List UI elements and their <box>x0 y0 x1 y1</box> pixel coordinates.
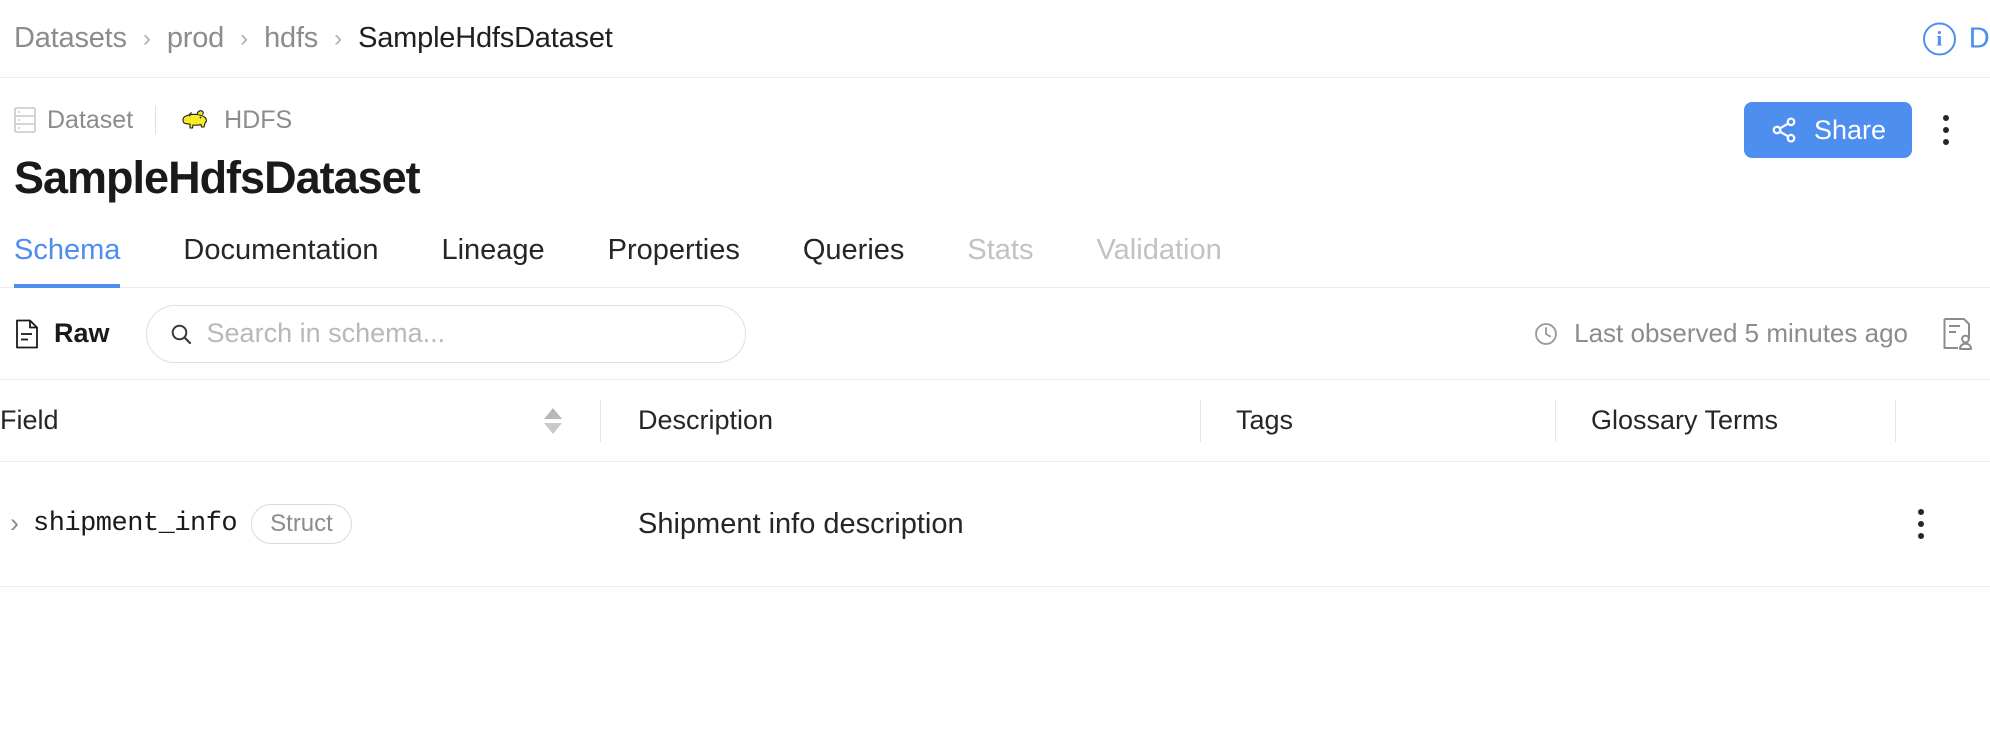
kebab-dot <box>1943 127 1949 133</box>
document-icon <box>14 319 40 349</box>
breadcrumb-item-prod[interactable]: prod <box>167 22 224 55</box>
tab-schema[interactable]: Schema <box>14 234 121 288</box>
column-header-label: Glossary Terms <box>1591 405 1779 435</box>
details-link-label: Deta <box>1968 22 1990 54</box>
tab-label: Lineage <box>441 234 545 266</box>
column-header-description: Description <box>600 380 1200 461</box>
kebab-dot <box>1943 115 1949 121</box>
column-header-glossary-terms: Glossary Terms <box>1555 380 1895 461</box>
breadcrumb-item-current[interactable]: SampleHdfsDataset <box>358 22 613 55</box>
kebab-dot <box>1918 521 1924 527</box>
tab-label: Schema <box>14 234 121 266</box>
tab-validation: Validation <box>1096 234 1221 287</box>
schema-search-box[interactable] <box>145 304 746 363</box>
page-title: SampleHdfsDataset <box>14 152 421 203</box>
table-header-row: Field Description Tags Glossary Terms <box>0 380 1990 462</box>
schema-report-icon[interactable] <box>1942 317 1974 351</box>
details-link[interactable]: i Deta <box>1922 22 1990 55</box>
kebab-dot <box>1918 509 1924 515</box>
cell-actions <box>1895 509 1974 539</box>
clock-icon <box>1533 321 1559 347</box>
sort-toggle-field[interactable] <box>544 407 562 434</box>
entity-type-label: Dataset <box>47 105 134 134</box>
column-header-tags: Tags <box>1200 380 1555 461</box>
share-button[interactable]: Share <box>1743 102 1912 158</box>
header-actions: Share <box>1743 102 1970 158</box>
cell-field: › shipment_info Struct <box>0 503 600 545</box>
entity-tabs: Schema Documentation Lineage Properties … <box>0 234 1990 288</box>
breadcrumb-bar: Datasets › prod › hdfs › SampleHdfsDatas… <box>0 0 1990 78</box>
platform-label: HDFS <box>224 105 293 134</box>
breadcrumb-separator: › <box>142 24 151 52</box>
entity-header: Dataset HDFS SampleHdfsDataset Share <box>0 78 1990 204</box>
sort-ascending-icon <box>544 407 562 419</box>
tab-label: Stats <box>967 234 1034 266</box>
tab-lineage[interactable]: Lineage <box>441 234 544 287</box>
sort-descending-icon <box>544 422 562 434</box>
column-header-label: Description <box>638 405 774 435</box>
info-icon: i <box>1922 22 1956 55</box>
hadoop-elephant-icon <box>178 107 212 133</box>
entity-meta: Dataset HDFS <box>14 102 1974 138</box>
breadcrumb-separator: › <box>240 24 249 52</box>
field-name: shipment_info <box>33 508 238 539</box>
header-more-menu-button[interactable] <box>1922 102 1970 158</box>
column-header-label: Tags <box>1236 405 1294 435</box>
platform: HDFS <box>178 106 292 135</box>
search-icon <box>169 322 193 346</box>
column-header-label: Field <box>0 405 59 435</box>
share-icon <box>1770 116 1798 144</box>
breadcrumb-separator: › <box>334 24 343 52</box>
breadcrumb: Datasets › prod › hdfs › SampleHdfsDatas… <box>14 22 613 55</box>
tab-label: Properties <box>607 234 740 266</box>
table-row[interactable]: › shipment_info Struct Shipment info des… <box>0 462 1990 587</box>
schema-toolbar: Raw Last observed 5 minutes ago <box>0 288 1990 380</box>
dataset-page: Datasets › prod › hdfs › SampleHdfsDatas… <box>0 0 1990 750</box>
tab-properties[interactable]: Properties <box>608 234 740 287</box>
entity-type: Dataset <box>14 106 133 135</box>
column-divider <box>600 399 601 442</box>
last-observed-label: Last observed 5 minutes ago <box>1574 318 1908 348</box>
tab-queries[interactable]: Queries <box>803 234 905 287</box>
column-divider <box>1200 399 1201 442</box>
breadcrumb-item-hdfs[interactable]: hdfs <box>264 22 318 55</box>
kebab-dot <box>1943 139 1949 145</box>
tab-stats: Stats <box>967 234 1033 287</box>
dataset-icon <box>14 107 36 133</box>
raw-toggle-button[interactable]: Raw <box>14 318 110 349</box>
breadcrumb-item-datasets[interactable]: Datasets <box>14 22 127 55</box>
last-observed: Last observed 5 minutes ago <box>1533 318 1908 349</box>
expand-row-icon[interactable]: › <box>10 510 19 537</box>
cell-description: Shipment info description <box>638 507 964 540</box>
column-divider <box>1555 399 1556 442</box>
schema-table: Field Description Tags Glossary Terms › … <box>0 380 1990 587</box>
kebab-dot <box>1918 533 1924 539</box>
tab-label: Queries <box>802 234 905 266</box>
tab-label: Documentation <box>183 234 379 266</box>
field-type-badge: Struct <box>251 503 352 545</box>
tab-label: Validation <box>1096 234 1222 266</box>
search-input[interactable] <box>206 318 723 349</box>
column-header-field[interactable]: Field <box>0 380 600 461</box>
share-button-label: Share <box>1813 114 1886 145</box>
tab-documentation[interactable]: Documentation <box>183 234 378 287</box>
toolbar-right: Last observed 5 minutes ago <box>1533 317 1974 351</box>
row-more-menu-button[interactable] <box>1918 509 1924 539</box>
meta-divider <box>155 106 157 134</box>
column-header-actions <box>1895 380 1974 461</box>
column-divider <box>1895 399 1896 442</box>
raw-toggle-label: Raw <box>54 318 110 348</box>
